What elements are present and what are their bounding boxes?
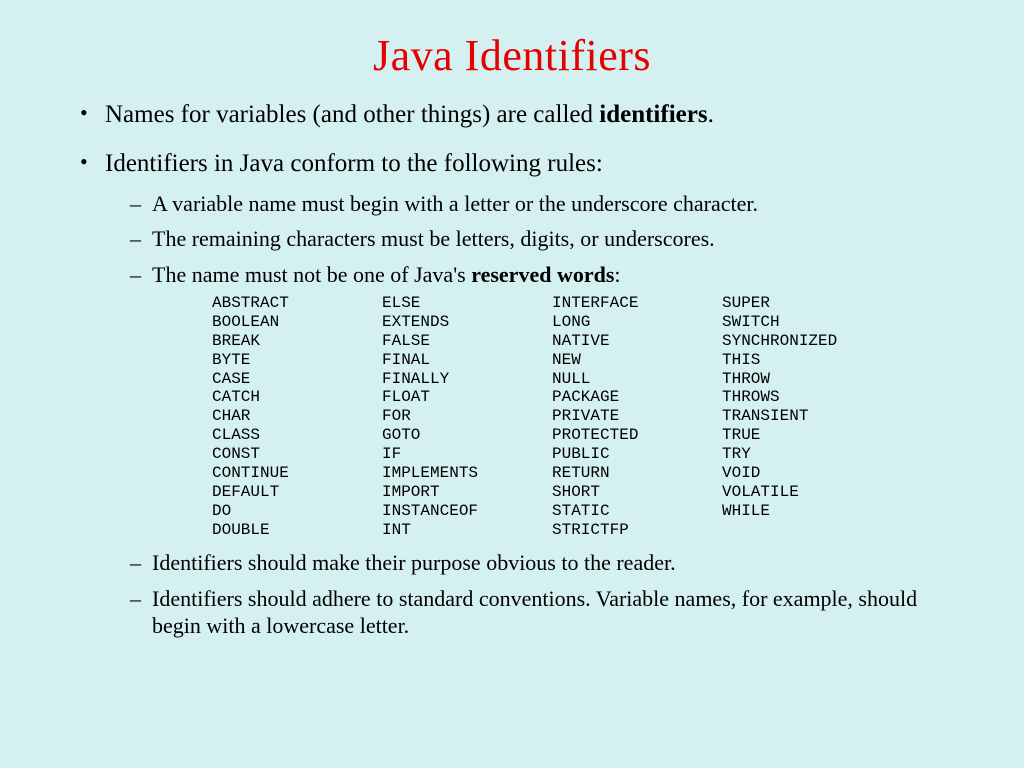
rule-conventions: Identifiers should adhere to standard co… [130, 585, 969, 640]
keyword: synchronized [722, 332, 892, 351]
keyword: class [212, 426, 382, 445]
bullet-list: Names for variables (and other things) a… [55, 99, 969, 640]
keyword-column-1: abstract boolean break byte case catch c… [212, 294, 382, 539]
keyword: try [722, 445, 892, 464]
text-bold: reserved words [471, 262, 614, 287]
keyword: finally [382, 370, 552, 389]
keyword: instanceof [382, 502, 552, 521]
keyword-column-4: super switch synchronized this throw thr… [722, 294, 892, 539]
keyword: byte [212, 351, 382, 370]
keyword: while [722, 502, 892, 521]
text: The name must not be one of Java's [152, 262, 471, 287]
keyword: for [382, 407, 552, 426]
rule-begin-letter: A variable name must begin with a letter… [130, 190, 969, 218]
keyword: continue [212, 464, 382, 483]
keyword: catch [212, 388, 382, 407]
rule-purpose-obvious: Identifiers should make their purpose ob… [130, 549, 969, 577]
keyword-column-3: interface long native new null package p… [552, 294, 722, 539]
keyword: new [552, 351, 722, 370]
text-bold: identifiers [599, 101, 707, 128]
keyword: package [552, 388, 722, 407]
keyword: final [382, 351, 552, 370]
keyword: volatile [722, 483, 892, 502]
keyword: case [212, 370, 382, 389]
keyword: boolean [212, 313, 382, 332]
keyword: extends [382, 313, 552, 332]
text: Names for variables (and other things) a… [105, 101, 599, 128]
keyword-column-2: else extends false final finally float f… [382, 294, 552, 539]
keyword: implements [382, 464, 552, 483]
keyword: if [382, 445, 552, 464]
keyword: break [212, 332, 382, 351]
keyword: strictfp [552, 521, 722, 540]
keyword: protected [552, 426, 722, 445]
keyword: else [382, 294, 552, 313]
keyword: super [722, 294, 892, 313]
keyword: return [552, 464, 722, 483]
text: Identifiers in Java conform to the follo… [105, 150, 603, 177]
keyword: default [212, 483, 382, 502]
keyword: int [382, 521, 552, 540]
sub-bullet-list: A variable name must begin with a letter… [105, 190, 969, 640]
keyword: interface [552, 294, 722, 313]
text: : [614, 262, 620, 287]
text: . [708, 101, 714, 128]
slide-title: Java Identifiers [55, 30, 969, 81]
keyword: public [552, 445, 722, 464]
keyword: import [382, 483, 552, 502]
keyword: long [552, 313, 722, 332]
reserved-words-table: abstract boolean break byte case catch c… [212, 294, 969, 539]
rule-remaining-chars: The remaining characters must be letters… [130, 225, 969, 253]
keyword: switch [722, 313, 892, 332]
keyword: const [212, 445, 382, 464]
keyword: abstract [212, 294, 382, 313]
keyword: char [212, 407, 382, 426]
keyword: static [552, 502, 722, 521]
slide: Java Identifiers Names for variables (an… [0, 0, 1024, 768]
bullet-identifiers-def: Names for variables (and other things) a… [80, 99, 969, 130]
keyword: throw [722, 370, 892, 389]
keyword: null [552, 370, 722, 389]
keyword: throws [722, 388, 892, 407]
keyword: do [212, 502, 382, 521]
bullet-rules-intro: Identifiers in Java conform to the follo… [80, 148, 969, 640]
rule-reserved-words: The name must not be one of Java's reser… [130, 261, 969, 540]
keyword: goto [382, 426, 552, 445]
keyword: double [212, 521, 382, 540]
keyword: true [722, 426, 892, 445]
keyword: float [382, 388, 552, 407]
keyword: short [552, 483, 722, 502]
keyword: transient [722, 407, 892, 426]
keyword: void [722, 464, 892, 483]
keyword: private [552, 407, 722, 426]
keyword: this [722, 351, 892, 370]
keyword: false [382, 332, 552, 351]
keyword: native [552, 332, 722, 351]
